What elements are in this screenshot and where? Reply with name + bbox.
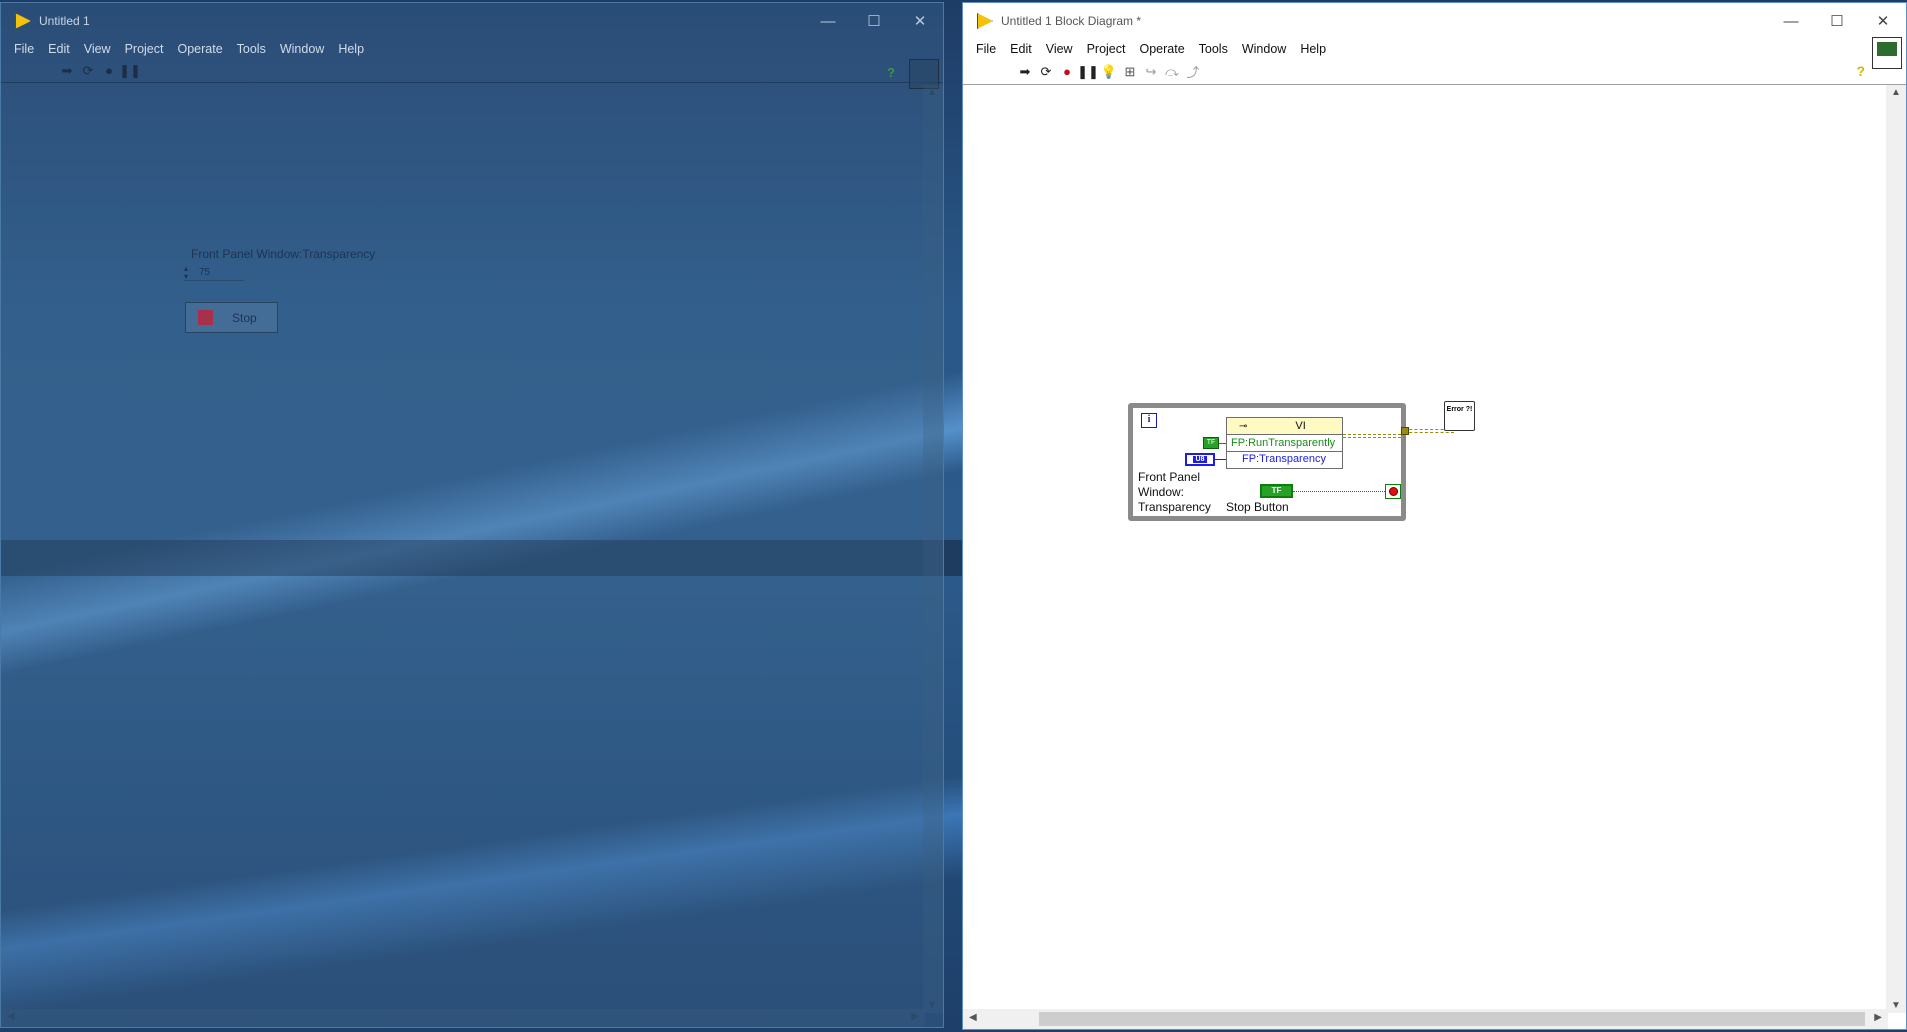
pause-icon[interactable]: ❚❚ [119,63,141,79]
scroll-right-icon[interactable]: ▶ [1874,1012,1882,1023]
maximize-button[interactable]: ☐ [851,3,897,39]
close-button[interactable]: ✕ [897,3,943,39]
iteration-terminal[interactable]: i [1141,413,1157,428]
front-panel-titlebar[interactable]: Untitled 1 — ☐ ✕ [1,3,943,39]
help-icon[interactable]: ? [887,65,895,80]
scroll-down-icon[interactable]: ▼ [927,1000,937,1011]
horizontal-scroll-thumb[interactable] [1039,1012,1865,1026]
menu-window[interactable]: Window [273,42,331,56]
menu-tools[interactable]: Tools [230,42,273,56]
numeric-spin-icon[interactable]: ▴ ▾ [184,265,196,281]
block-diagram-horizontal-scrollbar[interactable]: ◀ ▶ [963,1009,1888,1029]
front-panel-horizontal-scrollbar[interactable]: ◀ ▶ [1,1009,925,1027]
simple-error-handler[interactable]: Error ?! [1444,401,1475,431]
vi-icon[interactable] [1872,37,1902,69]
run-icon[interactable]: ➡ [59,63,75,79]
while-loop[interactable]: i TF U8 ⊸ VI FP:RunTransparently FP:Tran… [1128,403,1406,521]
scroll-left-icon[interactable]: ◀ [969,1012,977,1023]
front-panel-content: Front Panel Window:Transparency ▴ ▾ 75 St… [1,85,925,1013]
stop-button[interactable]: Stop [185,302,278,333]
property-run-transparently[interactable]: FP:RunTransparently [1227,435,1342,452]
step-into-icon[interactable]: ↪ [1143,64,1159,80]
scroll-up-icon[interactable]: ▲ [1891,87,1901,98]
block-diagram-menubar: File Edit View Project Operate Tools Win… [963,39,1906,59]
stop-button-terminal[interactable]: TF [1260,484,1293,498]
block-diagram-vertical-scrollbar[interactable]: ▲ ▼ [1886,85,1906,1013]
menu-help[interactable]: Help [331,42,371,56]
menu-file[interactable]: File [7,42,41,56]
menu-view[interactable]: View [77,42,118,56]
menu-project[interactable]: Project [1080,42,1133,56]
menu-operate[interactable]: Operate [1132,42,1191,56]
run-icon[interactable]: ➡ [1017,64,1033,80]
front-panel-vertical-scrollbar[interactable]: ▲ ▼ [923,85,943,1013]
front-panel-menubar: File Edit View Project Operate Tools Win… [1,39,943,59]
numeric-label: Front Panel Window:Transparency [191,247,376,261]
front-panel-window: Untitled 1 — ☐ ✕ File Edit View Project … [0,2,944,1028]
fp-window-transparency-label: Front Panel Window: Transparency [1138,470,1211,514]
property-transparency[interactable]: FP:Transparency [1227,452,1342,468]
property-node-class: VI [1295,420,1306,432]
menu-window[interactable]: Window [1235,42,1293,56]
front-panel-toolbar: ➡ ⟳ ● ❚❚ ? [1,59,943,89]
stop-wire[interactable] [1293,491,1385,492]
boolean-constant[interactable]: TF [1203,437,1219,449]
highlight-execution-icon[interactable]: 💡 [1101,64,1117,80]
numeric-value[interactable]: 75 [199,267,210,278]
retain-wire-values-icon[interactable]: ⊞ [1122,64,1138,80]
stop-button-terminal-label: Stop Button [1226,500,1289,514]
help-icon[interactable]: ? [1856,63,1865,79]
menu-tools[interactable]: Tools [1192,42,1235,56]
scroll-down-icon[interactable]: ▼ [1891,1000,1901,1011]
minimize-button[interactable]: — [1768,3,1814,39]
close-button[interactable]: ✕ [1860,3,1906,39]
error-wire-inner[interactable] [1343,434,1406,438]
scroll-left-icon[interactable]: ◀ [7,1011,15,1022]
menu-edit[interactable]: Edit [1003,42,1039,56]
step-over-icon[interactable]: ⤼ [1164,64,1180,80]
block-diagram-title: Untitled 1 Block Diagram * [1001,14,1142,28]
property-node[interactable]: ⊸ VI FP:RunTransparently FP:Transparency [1226,417,1343,469]
menu-operate[interactable]: Operate [170,42,229,56]
stop-led-icon [198,310,213,325]
u8-terminal[interactable]: U8 [1185,453,1215,466]
transparency-numeric[interactable]: ▴ ▾ 75 [184,265,244,281]
minimize-button[interactable]: — [805,3,851,39]
front-panel-title: Untitled 1 [39,14,90,28]
scroll-right-icon[interactable]: ▶ [911,1011,919,1022]
abort-icon[interactable]: ● [101,63,117,79]
abort-icon[interactable]: ● [1059,64,1075,80]
property-node-reference[interactable]: ⊸ VI [1227,418,1342,435]
block-diagram-toolbar: ➡ ⟳ ● ❚❚ 💡 ⊞ ↪ ⤼ ⤴ ? [963,37,1906,85]
labview-icon [15,13,31,29]
menu-view[interactable]: View [1039,42,1080,56]
step-out-icon[interactable]: ⤴ [1185,64,1201,80]
labview-icon [977,13,993,29]
menu-file[interactable]: File [969,42,1003,56]
block-diagram-titlebar[interactable]: Untitled 1 Block Diagram * — ☐ ✕ [963,3,1906,39]
menu-help[interactable]: Help [1293,42,1333,56]
pause-icon[interactable]: ❚❚ [1077,64,1099,80]
conditional-terminal[interactable] [1385,484,1401,499]
scroll-up-icon[interactable]: ▲ [927,87,937,98]
menu-project[interactable]: Project [118,42,171,56]
run-continuously-icon[interactable]: ⟳ [1038,64,1054,80]
block-diagram-canvas[interactable]: i TF U8 ⊸ VI FP:RunTransparently FP:Tran… [963,85,1888,1013]
key-icon: ⊸ [1239,420,1248,432]
stop-button-label: Stop [232,310,257,325]
maximize-button[interactable]: ☐ [1814,3,1860,39]
block-diagram-window: Untitled 1 Block Diagram * — ☐ ✕ File Ed… [962,2,1907,1030]
run-continuously-icon[interactable]: ⟳ [80,63,96,79]
u8-label: U8 [1192,456,1208,463]
menu-edit[interactable]: Edit [41,42,77,56]
stop-if-true-icon [1388,487,1398,496]
